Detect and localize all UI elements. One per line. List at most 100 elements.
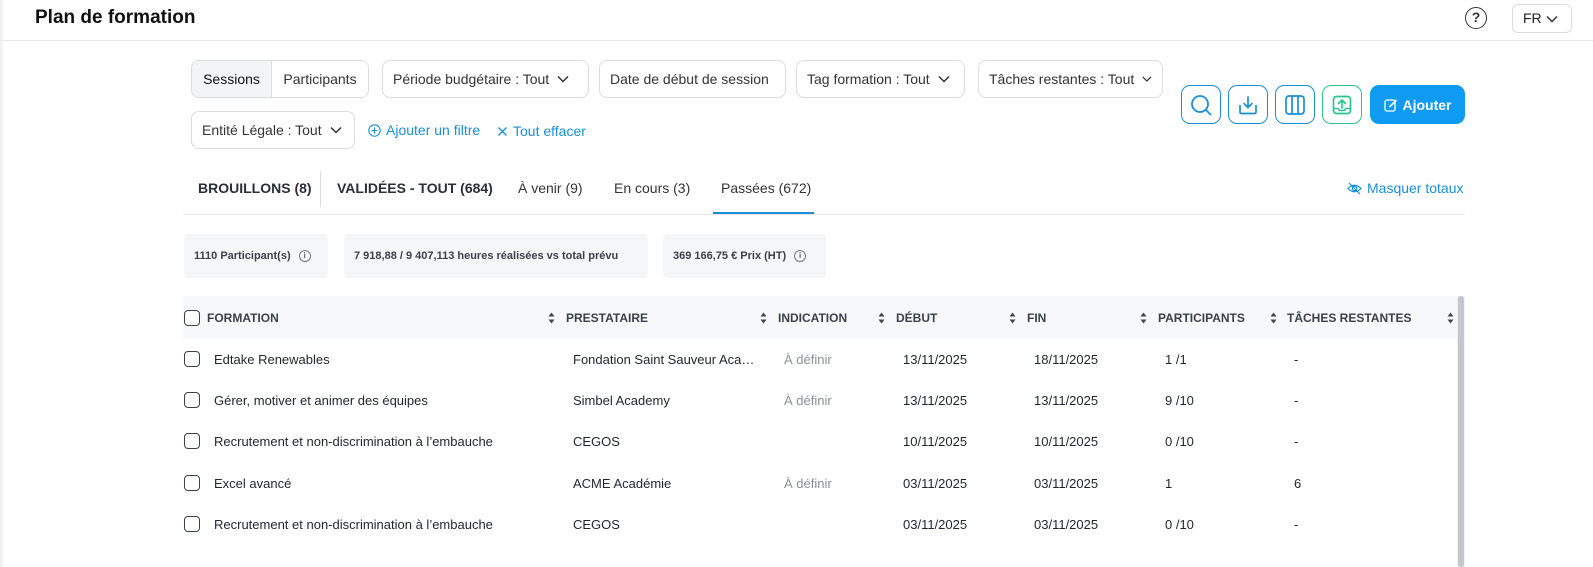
tab-drafts[interactable]: BROUILLONS (8) (198, 180, 312, 196)
clear-all-link[interactable]: Tout effacer (497, 123, 586, 139)
tab-validated[interactable]: VALIDÉES - TOUT (684) (337, 180, 493, 196)
cell-formation[interactable]: Recrutement et non-discrimination à l’em… (214, 434, 554, 449)
cell-formation[interactable]: Excel avancé (214, 476, 554, 491)
add-button[interactable]: Ajouter (1370, 85, 1465, 124)
column-indication[interactable]: INDICATION (778, 311, 847, 325)
total-hours-value: 7 918,88 / 9 407,113 heures réalisées vs… (354, 250, 619, 262)
hide-totals-link[interactable]: Masquer totaux (1347, 180, 1464, 196)
column-end[interactable]: FIN (1027, 311, 1046, 325)
cell-end: 13/11/2025 (1034, 393, 1099, 408)
eye-off-icon (1347, 182, 1362, 194)
language-value: FR (1523, 10, 1542, 26)
table-row[interactable]: Gérer, motiver et animer des équipes Sim… (183, 380, 1457, 421)
columns-icon (1285, 94, 1305, 115)
column-start[interactable]: DÉBUT (896, 311, 937, 325)
tab-past[interactable]: Passées (672) (721, 180, 811, 196)
sort-icon[interactable] (878, 312, 885, 324)
table-row[interactable]: Recrutement et non-discrimination à l’em… (183, 504, 1457, 545)
total-price: 369 166,75 € Prix (HT) i (663, 234, 826, 278)
cell-formation[interactable]: Gérer, motiver et animer des équipes (214, 393, 554, 408)
hide-totals-label: Masquer totaux (1367, 180, 1464, 196)
cell-end: 18/11/2025 (1034, 352, 1099, 367)
chevron-down-icon (1142, 76, 1152, 82)
cell-remaining-tasks: - (1294, 393, 1299, 408)
download-icon (1239, 95, 1257, 114)
chevron-down-icon (330, 126, 342, 134)
cell-participants: 0 /10 (1165, 434, 1194, 449)
filter-budget-period[interactable]: Période budgétaire : Tout (382, 60, 589, 98)
total-hours: 7 918,88 / 9 407,113 heures réalisées vs… (344, 234, 648, 278)
cell-start: 03/11/2025 (903, 517, 968, 532)
search-button[interactable] (1181, 85, 1221, 124)
cell-start: 10/11/2025 (903, 434, 968, 449)
scrollbar-thumb[interactable] (1458, 296, 1464, 567)
info-icon[interactable]: i (794, 250, 807, 262)
column-participants[interactable]: PARTICIPANTS (1158, 311, 1245, 325)
sort-icon[interactable] (1270, 312, 1277, 324)
column-formation[interactable]: FORMATION (207, 311, 279, 325)
cell-start: 13/11/2025 (903, 352, 968, 367)
table-row[interactable]: Excel avancé ACME Académie À définir 03/… (183, 463, 1457, 504)
sort-icon[interactable] (760, 312, 767, 324)
total-participants-value: 1110 Participant(s) (194, 250, 291, 262)
cell-provider: ACME Académie (573, 476, 672, 491)
row-checkbox[interactable] (184, 392, 200, 408)
filter-tasks-label: Tâches restantes : Tout (989, 71, 1135, 87)
sort-icon[interactable] (1140, 312, 1147, 324)
row-checkbox[interactable] (184, 351, 200, 367)
cell-end: 10/11/2025 (1034, 434, 1099, 449)
filter-start-date[interactable]: Date de début de session (599, 60, 786, 98)
cell-start: 13/11/2025 (903, 393, 968, 408)
cell-participants: 9 /10 (1165, 393, 1194, 408)
sort-icon[interactable] (548, 312, 555, 324)
total-price-value: 369 166,75 € Prix (HT) (673, 250, 787, 262)
tab-upcoming[interactable]: À venir (9) (518, 180, 583, 196)
active-tab-indicator (713, 212, 814, 214)
close-icon (498, 126, 507, 136)
cell-participants: 1 /1 (1165, 352, 1187, 367)
cell-provider: Fondation Saint Sauveur Aca… (573, 352, 755, 367)
filter-tag[interactable]: Tag formation : Tout (796, 60, 965, 98)
filter-remaining-tasks[interactable]: Tâches restantes : Tout (978, 60, 1163, 98)
row-checkbox[interactable] (184, 516, 200, 532)
cell-provider: CEGOS (573, 434, 620, 449)
cell-formation[interactable]: Edtake Renewables (214, 352, 554, 367)
plus-circle-icon (368, 123, 381, 137)
cell-indication: À définir (784, 352, 832, 367)
toggle-participants[interactable]: Participants (272, 61, 368, 97)
add-filter-link[interactable]: Ajouter un filtre (368, 122, 480, 138)
cell-start: 03/11/2025 (903, 476, 968, 491)
row-checkbox[interactable] (184, 475, 200, 491)
add-button-label: Ajouter (1402, 96, 1452, 113)
filter-entity-label: Entité Légale : Tout (202, 122, 322, 138)
info-icon[interactable]: i (298, 250, 311, 262)
table-row[interactable]: Edtake Renewables Fondation Saint Sauveu… (183, 339, 1457, 380)
filter-legal-entity[interactable]: Entité Légale : Tout (191, 111, 355, 149)
select-all-checkbox[interactable] (184, 310, 200, 326)
table-row[interactable]: Recrutement et non-discrimination à l’em… (183, 421, 1457, 462)
toggle-sessions[interactable]: Sessions (192, 61, 272, 97)
help-icon[interactable]: ? (1465, 7, 1487, 29)
cell-provider: CEGOS (573, 517, 620, 532)
download-button[interactable] (1228, 85, 1268, 124)
cell-remaining-tasks: - (1294, 517, 1299, 532)
filter-budget-label: Période budgétaire : Tout (393, 71, 550, 87)
session-tabs: BROUILLONS (8) VALIDÉES - TOUT (684) À v… (183, 165, 1465, 215)
column-provider[interactable]: PRESTATAIRE (566, 311, 648, 325)
column-remaining-tasks[interactable]: TÂCHES RESTANTES (1287, 311, 1411, 325)
cell-formation[interactable]: Recrutement et non-discrimination à l’em… (214, 517, 554, 532)
search-icon (1191, 94, 1212, 115)
upload-button[interactable] (1322, 85, 1362, 124)
sort-icon[interactable] (1009, 312, 1016, 324)
cell-remaining-tasks: - (1294, 434, 1299, 449)
chevron-down-icon (557, 75, 569, 83)
sort-icon[interactable] (1447, 312, 1454, 324)
row-checkbox[interactable] (184, 433, 200, 449)
cell-remaining-tasks: 6 (1294, 476, 1302, 491)
columns-button[interactable] (1275, 85, 1315, 124)
cell-indication: À définir (784, 476, 832, 491)
tab-in-progress[interactable]: En cours (3) (614, 180, 690, 196)
language-select[interactable]: FR (1512, 4, 1572, 33)
cell-provider: Simbel Academy (573, 393, 670, 408)
upload-icon (1332, 95, 1352, 114)
